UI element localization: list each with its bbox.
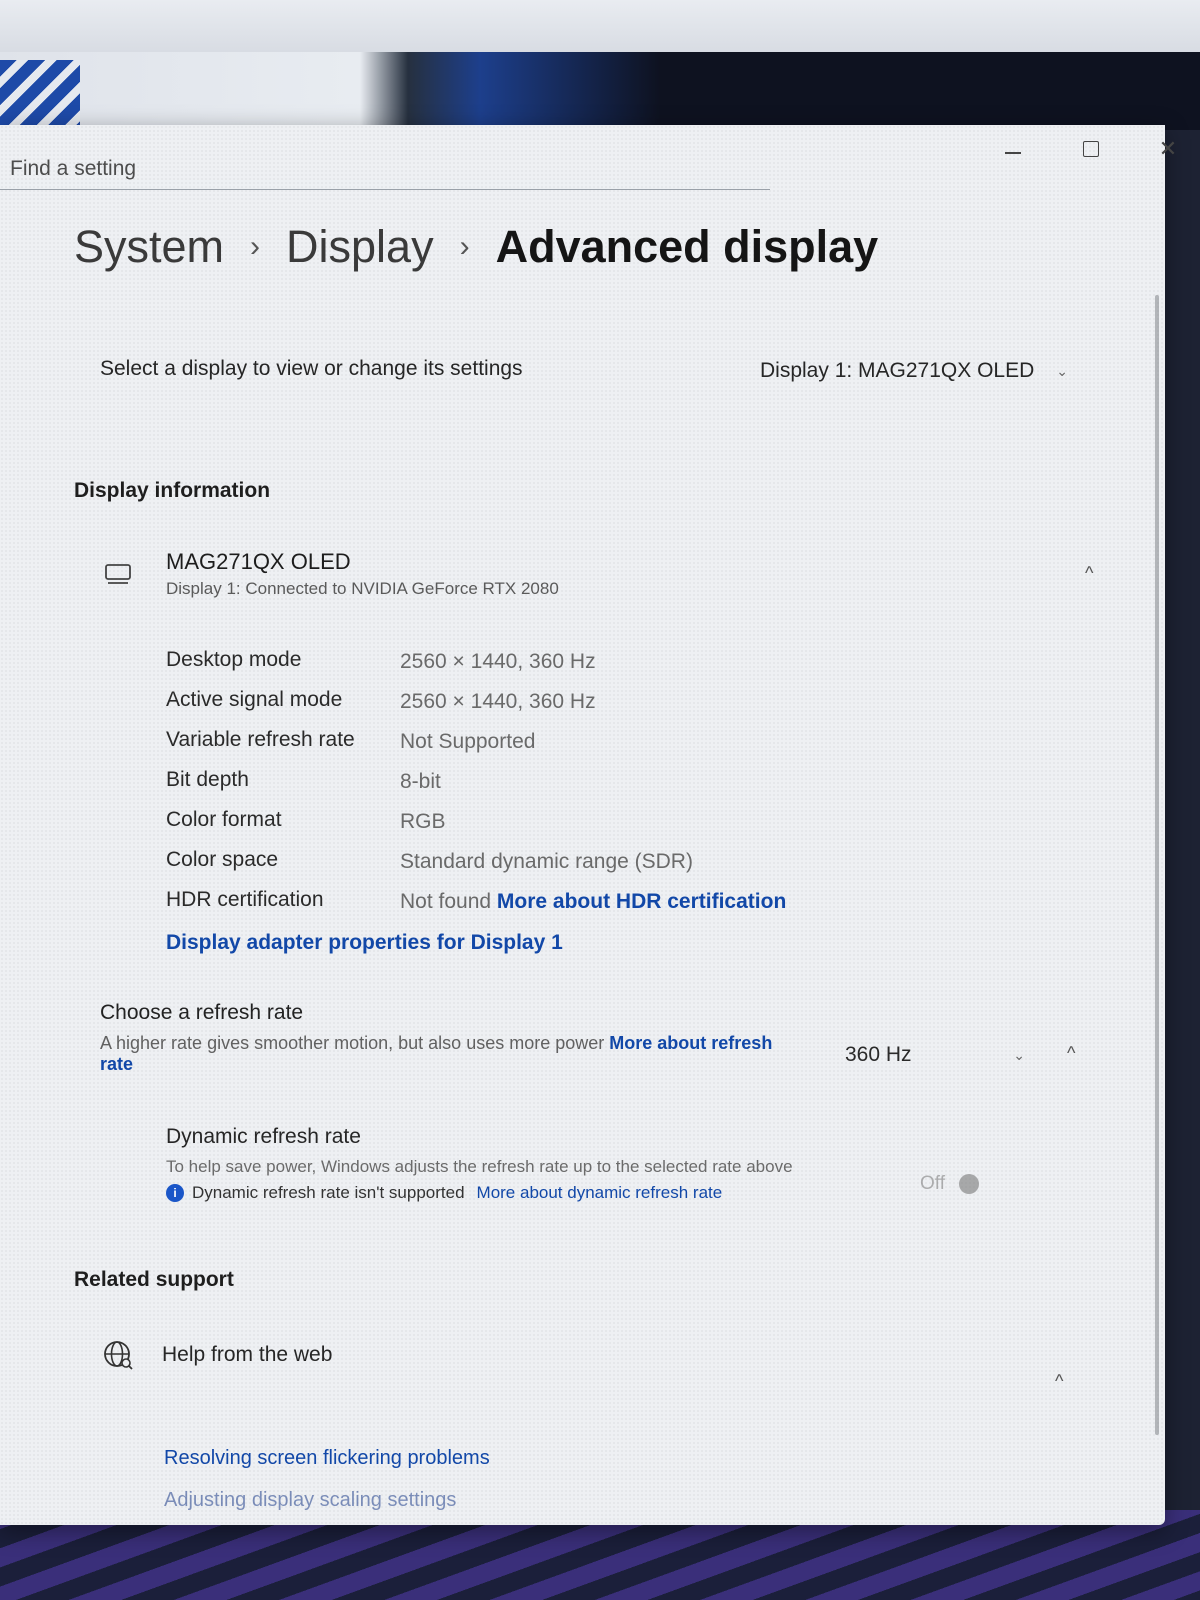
info-row-desktop-mode: Desktop mode 2560 × 1440, 360 Hz xyxy=(166,648,866,688)
display-information-heading: Display information xyxy=(74,479,271,502)
chevron-up-icon[interactable]: ^ xyxy=(1067,1043,1075,1064)
display-select-label: Select a display to view or change its s… xyxy=(100,357,523,380)
related-link-screen-flickering[interactable]: Resolving screen flickering problems xyxy=(164,1447,490,1470)
minimize-button[interactable] xyxy=(990,131,1036,167)
minimize-icon xyxy=(1005,152,1021,154)
desktop-stripe-graphic xyxy=(0,60,80,130)
info-value: 2560 × 1440, 360 Hz xyxy=(400,690,596,713)
display-info-table: Desktop mode 2560 × 1440, 360 Hz Active … xyxy=(166,648,866,928)
toggle-state-label: Off xyxy=(920,1173,945,1194)
refresh-rate-title: Choose a refresh rate xyxy=(100,1001,304,1024)
info-value: 2560 × 1440, 360 Hz xyxy=(400,650,596,673)
display-dropdown[interactable]: Display 1: MAG271QX OLED ⌄ xyxy=(760,353,1105,389)
breadcrumb-chevron-icon: › xyxy=(250,230,261,263)
info-value: RGB xyxy=(400,810,446,833)
info-row-color-format: Color format RGB xyxy=(166,808,866,848)
info-value: Not Supported xyxy=(400,730,536,753)
settings-window: ✕ System › Display › Advanced display Se… xyxy=(0,125,1177,1525)
chevron-up-icon[interactable]: ^ xyxy=(1085,563,1093,584)
refresh-rate-dropdown[interactable]: 360 Hz ⌄ xyxy=(845,1037,1025,1073)
info-key: Color format xyxy=(166,808,282,831)
info-value: Standard dynamic range (SDR) xyxy=(400,850,693,873)
related-link-display-scaling[interactable]: Adjusting display scaling settings xyxy=(164,1489,456,1512)
refresh-rate-description: A higher rate gives smoother motion, but… xyxy=(100,1033,780,1075)
maximize-button[interactable] xyxy=(1068,131,1114,167)
info-row-hdr-certification: HDR certification Not found More about H… xyxy=(166,888,866,928)
toggle-knob xyxy=(959,1174,979,1194)
display-dropdown-value: Display 1: MAG271QX OLED xyxy=(760,359,1035,382)
page-title: Advanced display xyxy=(495,221,879,272)
hdr-certification-link[interactable]: More about HDR certification xyxy=(497,890,786,913)
breadcrumb-display[interactable]: Display xyxy=(286,221,434,273)
dynamic-refresh-info-text: Dynamic refresh rate isn't supported xyxy=(192,1183,465,1202)
info-row-variable-refresh-rate: Variable refresh rate Not Supported xyxy=(166,728,866,768)
refresh-rate-value: 360 Hz xyxy=(845,1043,912,1066)
related-support-heading: Related support xyxy=(74,1268,234,1291)
monitor-icon xyxy=(105,564,131,584)
info-value-hdr: Not found More about HDR certification xyxy=(400,890,786,914)
breadcrumb-system[interactable]: System xyxy=(74,221,224,273)
close-icon: ✕ xyxy=(1158,136,1178,161)
dynamic-refresh-description: To help save power, Windows adjusts the … xyxy=(166,1157,793,1176)
desktop-bright-bar xyxy=(0,0,1200,52)
breadcrumb: System › Display › Advanced display xyxy=(74,221,878,273)
display-adapter-properties-link[interactable]: Display adapter properties for Display 1 xyxy=(166,931,563,955)
info-key: Variable refresh rate xyxy=(166,728,355,751)
display-select-row: Select a display to view or change its s… xyxy=(100,353,1100,393)
info-key: Color space xyxy=(166,848,279,871)
chevron-down-icon: ⌄ xyxy=(1013,1047,1025,1063)
breadcrumb-chevron-icon: › xyxy=(459,230,470,263)
info-row-bit-depth: Bit depth 8-bit xyxy=(166,768,866,808)
scrollbar[interactable] xyxy=(1155,295,1159,1435)
refresh-rate-card: Choose a refresh rate A higher rate give… xyxy=(100,1001,1110,1091)
info-key: Active signal mode xyxy=(166,688,343,711)
info-key: Desktop mode xyxy=(166,648,302,671)
close-button[interactable]: ✕ xyxy=(1145,131,1191,167)
refresh-rate-description-text: A higher rate gives smoother motion, but… xyxy=(100,1033,605,1053)
hdr-status: Not found xyxy=(400,890,492,913)
globe-icon xyxy=(104,1341,133,1370)
search-box xyxy=(0,145,770,190)
info-key: Bit depth xyxy=(166,768,249,791)
monitor-subtitle: Display 1: Connected to NVIDIA GeForce R… xyxy=(166,579,559,598)
desktop-background-top xyxy=(0,0,1200,130)
dynamic-refresh-info: i Dynamic refresh rate isn't supported M… xyxy=(166,1183,722,1203)
monitor-name: MAG271QX OLED xyxy=(166,549,351,574)
info-row-active-signal-mode: Active signal mode 2560 × 1440, 360 Hz xyxy=(166,688,866,728)
info-value: 8-bit xyxy=(400,770,441,793)
info-key: HDR certification xyxy=(166,888,324,911)
info-row-color-space: Color space Standard dynamic range (SDR) xyxy=(166,848,866,888)
chevron-up-icon[interactable]: ^ xyxy=(1055,1371,1063,1392)
search-input[interactable] xyxy=(8,153,752,185)
info-icon: i xyxy=(166,1184,184,1202)
dynamic-refresh-title: Dynamic refresh rate xyxy=(166,1125,361,1148)
monitor-card-header[interactable]: MAG271QX OLED Display 1: Connected to NV… xyxy=(100,545,1120,615)
dynamic-refresh-more-link[interactable]: More about dynamic refresh rate xyxy=(477,1183,723,1203)
help-from-web-label: Help from the web xyxy=(162,1343,333,1366)
dynamic-refresh-rate-card: Dynamic refresh rate To help save power,… xyxy=(166,1125,1106,1225)
help-from-web-card[interactable]: Help from the web ^ xyxy=(100,1333,1110,1391)
chevron-down-icon: ⌄ xyxy=(1056,362,1069,379)
dynamic-refresh-toggle[interactable]: Off xyxy=(920,1173,979,1195)
maximize-icon xyxy=(1083,141,1099,157)
